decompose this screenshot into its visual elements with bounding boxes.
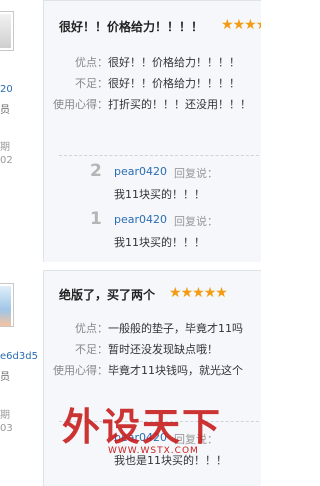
reviewer-level: 员 xyxy=(0,105,10,116)
reviewer-meta: 02 xyxy=(0,155,13,166)
pros-text: 很好！！价格给力！！！！ xyxy=(108,56,240,69)
review-title: 绝版了，买了两个 xyxy=(59,288,156,302)
star-icon: ★ xyxy=(244,17,257,33)
reviewer-meta: 期 xyxy=(0,142,10,153)
star-icon: ★ xyxy=(256,17,261,33)
pros-text: 一般般的垫子，毕竟才11吗 xyxy=(108,322,243,335)
reviewer-name[interactable]: e6d3d5 xyxy=(0,351,38,362)
star-icon: ★ xyxy=(232,17,246,33)
star-icon: ★ xyxy=(180,285,194,301)
review-title: 很好！！价格给力！！！！ xyxy=(59,20,204,34)
watermark-text: 外设天下 xyxy=(62,405,223,449)
reviewer-level: 员 xyxy=(0,372,10,383)
pros-label: 优点： xyxy=(75,56,108,69)
star-icon: ★ xyxy=(169,285,182,301)
reply-text: 我11块买的！！！ xyxy=(114,236,205,249)
review-cons: 不足：暂时还没发现缺点哦！ xyxy=(44,341,261,357)
watermark-logo: 外设天下 WWW.WSTX.COM xyxy=(62,400,247,456)
cons-label: 不足： xyxy=(75,343,108,356)
experience-text: 毕竟才11块钱吗，就光这个 xyxy=(108,364,243,377)
review-pros: 优点：很好！！价格给力！！！！ xyxy=(44,54,261,70)
reply-number: 2 xyxy=(90,161,102,181)
pros-label: 优点： xyxy=(75,322,108,335)
star-icon: ★ xyxy=(221,17,234,33)
star-icon: ★ xyxy=(215,285,228,301)
reviewer-column: 20 员 期 02 e6d3d5 员 期 03 xyxy=(0,0,43,486)
reply-user-link[interactable]: pear0420 xyxy=(114,165,167,178)
review-card: 很好！！价格给力！！！！ ★★★★ 优点：很好！！价格给力！！！！ 不足：很好！… xyxy=(43,0,261,262)
review-experience: 使用心得：打折买的！！！还没用！！！ xyxy=(44,96,261,112)
star-icon: ★ xyxy=(192,285,205,301)
experience-label: 使用心得： xyxy=(53,364,108,377)
reply-text: 我11块买的！！！ xyxy=(114,188,205,201)
review-pros: 优点：一般般的垫子，毕竟才11吗 xyxy=(44,320,261,336)
experience-label: 使用心得： xyxy=(53,98,108,111)
watermark-url: WWW.WSTX.COM xyxy=(108,446,199,456)
experience-text: 打折买的！！！还没用！！！ xyxy=(108,98,251,111)
cons-text: 暂时还没发现缺点哦！ xyxy=(108,343,218,356)
reply-said-label: 回复说： xyxy=(174,215,218,228)
divider xyxy=(59,155,261,156)
reply-said-label: 回复说： xyxy=(174,167,218,180)
reviewer-meta: 03 xyxy=(0,423,13,434)
reply-number: 1 xyxy=(90,209,102,229)
reviewer-meta: 期 xyxy=(0,410,10,421)
avatar[interactable] xyxy=(0,11,14,51)
cons-label: 不足： xyxy=(75,77,108,90)
star-icon: ★ xyxy=(203,285,217,301)
cons-text: 很好！！价格给力！！！！ xyxy=(108,77,240,90)
review-experience: 使用心得：毕竟才11块钱吗，就光这个 xyxy=(44,362,261,378)
reviewer-name[interactable]: 20 xyxy=(0,84,13,95)
review-cons: 不足：很好！！价格给力！！！！ xyxy=(44,75,261,91)
reply-user-link[interactable]: pear0420 xyxy=(114,213,167,226)
rating-stars: ★★★★★ xyxy=(169,285,228,301)
avatar[interactable] xyxy=(0,283,14,327)
rating-stars: ★★★★ xyxy=(221,18,261,32)
